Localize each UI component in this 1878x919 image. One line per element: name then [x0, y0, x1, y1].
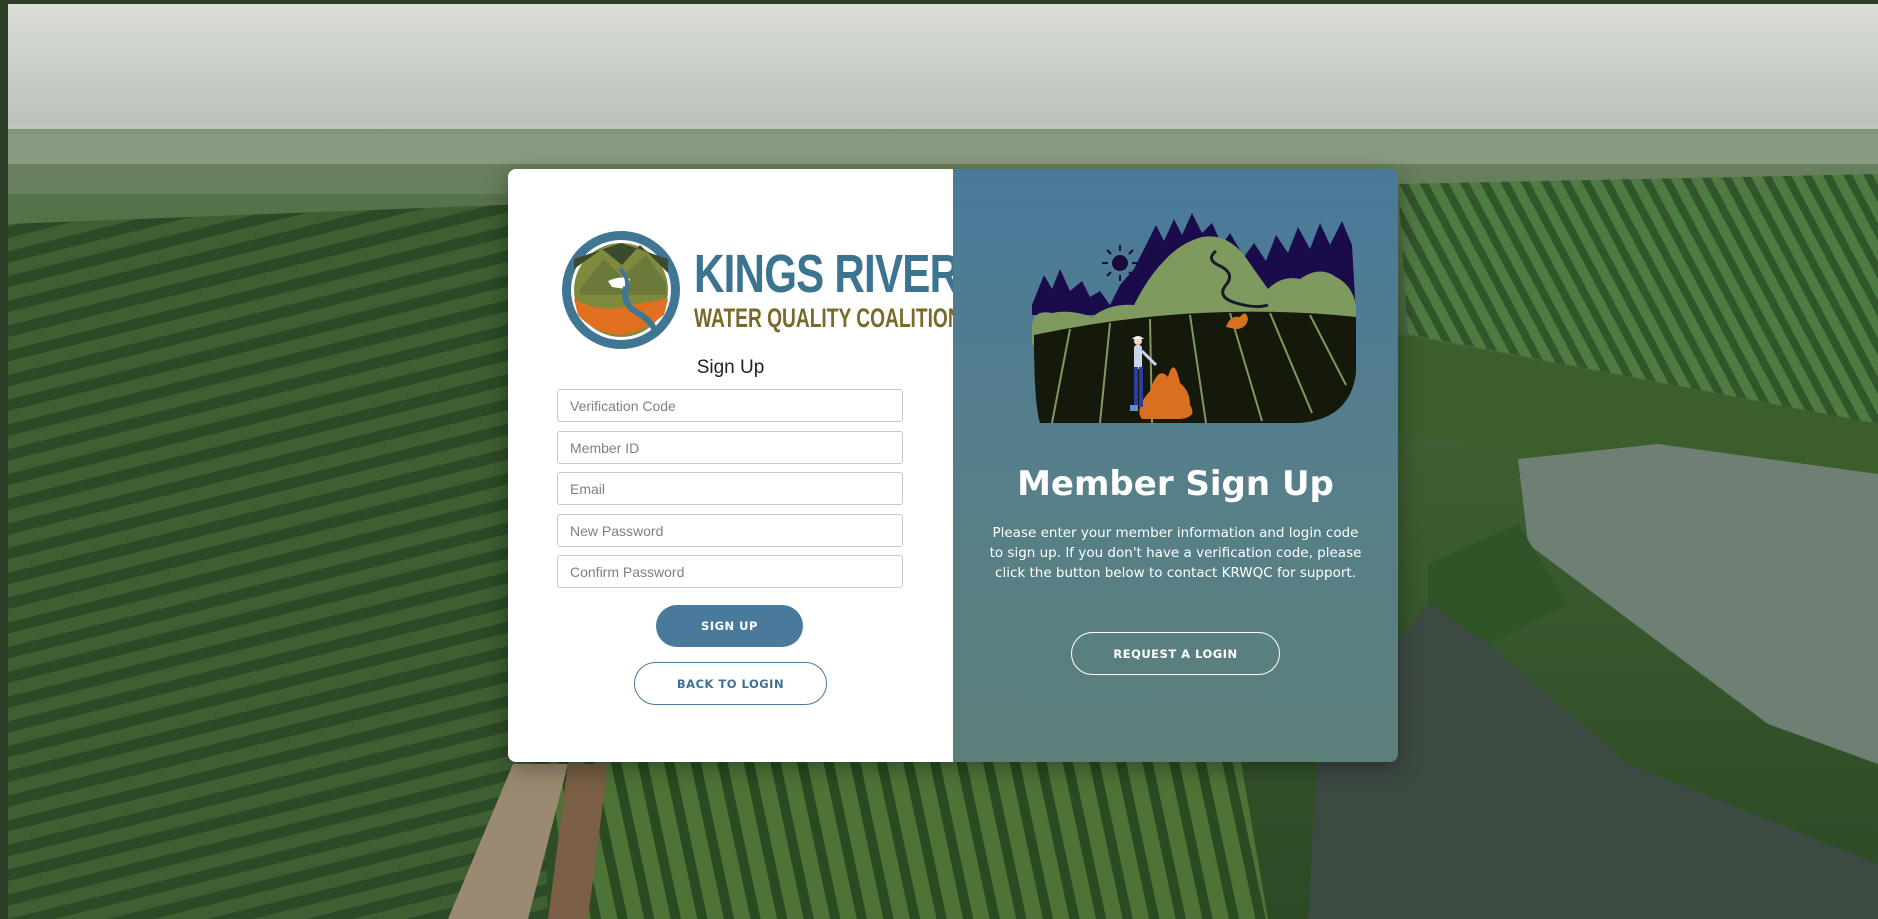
signup-form-panel: KINGS RIVER WATER QUALITY COALITION Sign… — [508, 169, 962, 762]
farm-landscape-illustration — [1032, 213, 1356, 424]
signup-card: KINGS RIVER WATER QUALITY COALITION Sign… — [508, 169, 1398, 762]
panel-title: Member Sign Up — [1017, 464, 1334, 504]
logo-subtitle: WATER QUALITY COALITION — [694, 303, 962, 333]
panel-description: Please enter your member information and… — [989, 525, 1362, 581]
email-input[interactable] — [557, 472, 903, 505]
logo-title: KINGS RIVER — [694, 244, 960, 304]
confirm-password-input[interactable] — [557, 555, 903, 588]
verification-code-input[interactable] — [557, 389, 903, 422]
page: KINGS RIVER WATER QUALITY COALITION Sign… — [0, 0, 1878, 919]
kings-river-logo-icon — [562, 231, 680, 349]
new-password-input[interactable] — [557, 514, 903, 547]
kings-river-logo: KINGS RIVER WATER QUALITY COALITION — [560, 229, 962, 351]
back-to-login-button[interactable]: BACK TO LOGIN — [634, 662, 827, 705]
member-id-input[interactable] — [557, 431, 903, 464]
form-title: Sign Up — [696, 357, 765, 378]
member-info-panel: Member Sign Up Please enter your member … — [953, 169, 1398, 762]
signup-button[interactable]: SIGN UP — [656, 605, 803, 647]
request-login-button[interactable]: REQUEST A LOGIN — [1071, 632, 1280, 675]
